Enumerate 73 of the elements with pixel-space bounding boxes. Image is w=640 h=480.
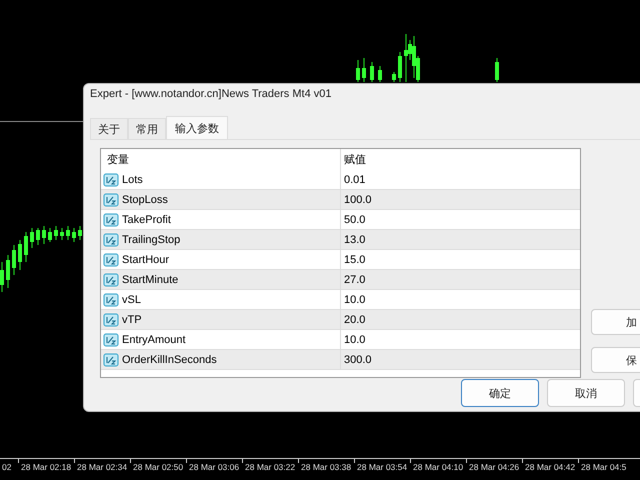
parameter-name: EntryAmount	[122, 334, 186, 346]
parameter-name: TakeProfit	[122, 214, 171, 226]
candle	[6, 254, 10, 288]
parameter-icon	[103, 352, 119, 366]
parameter-value: 50.0	[343, 214, 366, 226]
time-axis-label: 28 Mar 03:38	[301, 462, 352, 473]
candle	[362, 58, 366, 82]
parameter-value: 10.0	[343, 294, 366, 306]
parameter-value: 27.0	[343, 274, 366, 286]
parameter-value: 10.0	[343, 334, 366, 346]
tab[interactable]: 常用	[128, 118, 166, 139]
time-axis-label: 28 Mar 04:5	[581, 462, 626, 473]
parameter-value: 15.0	[343, 254, 366, 266]
dialog-button[interactable]: 取消	[547, 379, 625, 407]
candle	[78, 226, 82, 240]
parameter-icon	[103, 192, 119, 206]
time-axis-label: 28 Mar 02:50	[133, 462, 184, 473]
candle	[356, 60, 360, 82]
parameter-name: vSL	[122, 294, 141, 306]
time-axis-label: 02	[2, 462, 12, 473]
candle	[60, 228, 64, 240]
column-header: 赋值	[343, 152, 366, 167]
candle	[0, 262, 4, 292]
candle	[495, 58, 499, 82]
parameter-icon	[103, 292, 119, 306]
candle	[12, 244, 16, 276]
parameter-icon	[103, 232, 119, 246]
parameter-name: Lots	[122, 174, 143, 186]
tab[interactable]: 输入参数	[166, 116, 228, 139]
candle	[42, 226, 46, 244]
parameter-icon	[103, 312, 119, 326]
candle	[54, 226, 58, 240]
time-axis-label: 28 Mar 04:42	[525, 462, 576, 473]
parameter-name: StartHour	[122, 254, 170, 266]
column-header: 变量	[101, 149, 341, 170]
parameter-value: 300.0	[343, 354, 372, 366]
candle	[18, 240, 22, 270]
parameter-value: 100.0	[343, 194, 372, 206]
parameter-value: 0.01	[343, 174, 366, 186]
time-axis-label: 28 Mar 03:22	[245, 462, 296, 473]
parameter-icon	[103, 332, 119, 346]
time-axis-label: 28 Mar 03:54	[357, 462, 408, 473]
time-axis-label: 28 Mar 04:26	[469, 462, 520, 473]
parameter-icon	[103, 172, 119, 186]
window-title: Expert - [www.notandor.cn]News Traders Mt4 v01	[89, 87, 332, 102]
candle	[36, 228, 40, 246]
candle	[392, 72, 396, 82]
candle	[398, 52, 402, 82]
time-axis-label: 28 Mar 03:06	[189, 462, 240, 473]
time-axis-label: 28 Mar 02:34	[77, 462, 128, 473]
dialog-button[interactable]: 确定	[461, 379, 539, 407]
candle	[24, 232, 28, 262]
parameter-name: vTP	[122, 314, 142, 326]
parameter-value: 13.0	[343, 234, 366, 246]
side-button[interactable]: 加	[591, 309, 640, 335]
parameter-name: StartMinute	[122, 274, 178, 286]
tab[interactable]: 关于	[90, 118, 128, 139]
parameter-name: OrderKillInSeconds	[122, 354, 217, 366]
candle	[378, 66, 382, 82]
candle	[48, 228, 52, 242]
time-axis-label: 28 Mar 02:18	[21, 462, 72, 473]
parameter-icon	[103, 252, 119, 266]
candle	[66, 226, 70, 240]
parameter-icon	[103, 212, 119, 226]
parameter-icon	[103, 272, 119, 286]
side-button[interactable]: 保	[591, 347, 640, 373]
candle	[30, 228, 34, 248]
candle	[370, 62, 374, 82]
time-axis-label: 28 Mar 04:10	[413, 462, 464, 473]
candle	[72, 228, 76, 242]
parameter-name: TrailingStop	[122, 234, 180, 246]
parameter-name: StopLoss	[122, 194, 168, 206]
parameter-value: 20.0	[343, 314, 366, 326]
